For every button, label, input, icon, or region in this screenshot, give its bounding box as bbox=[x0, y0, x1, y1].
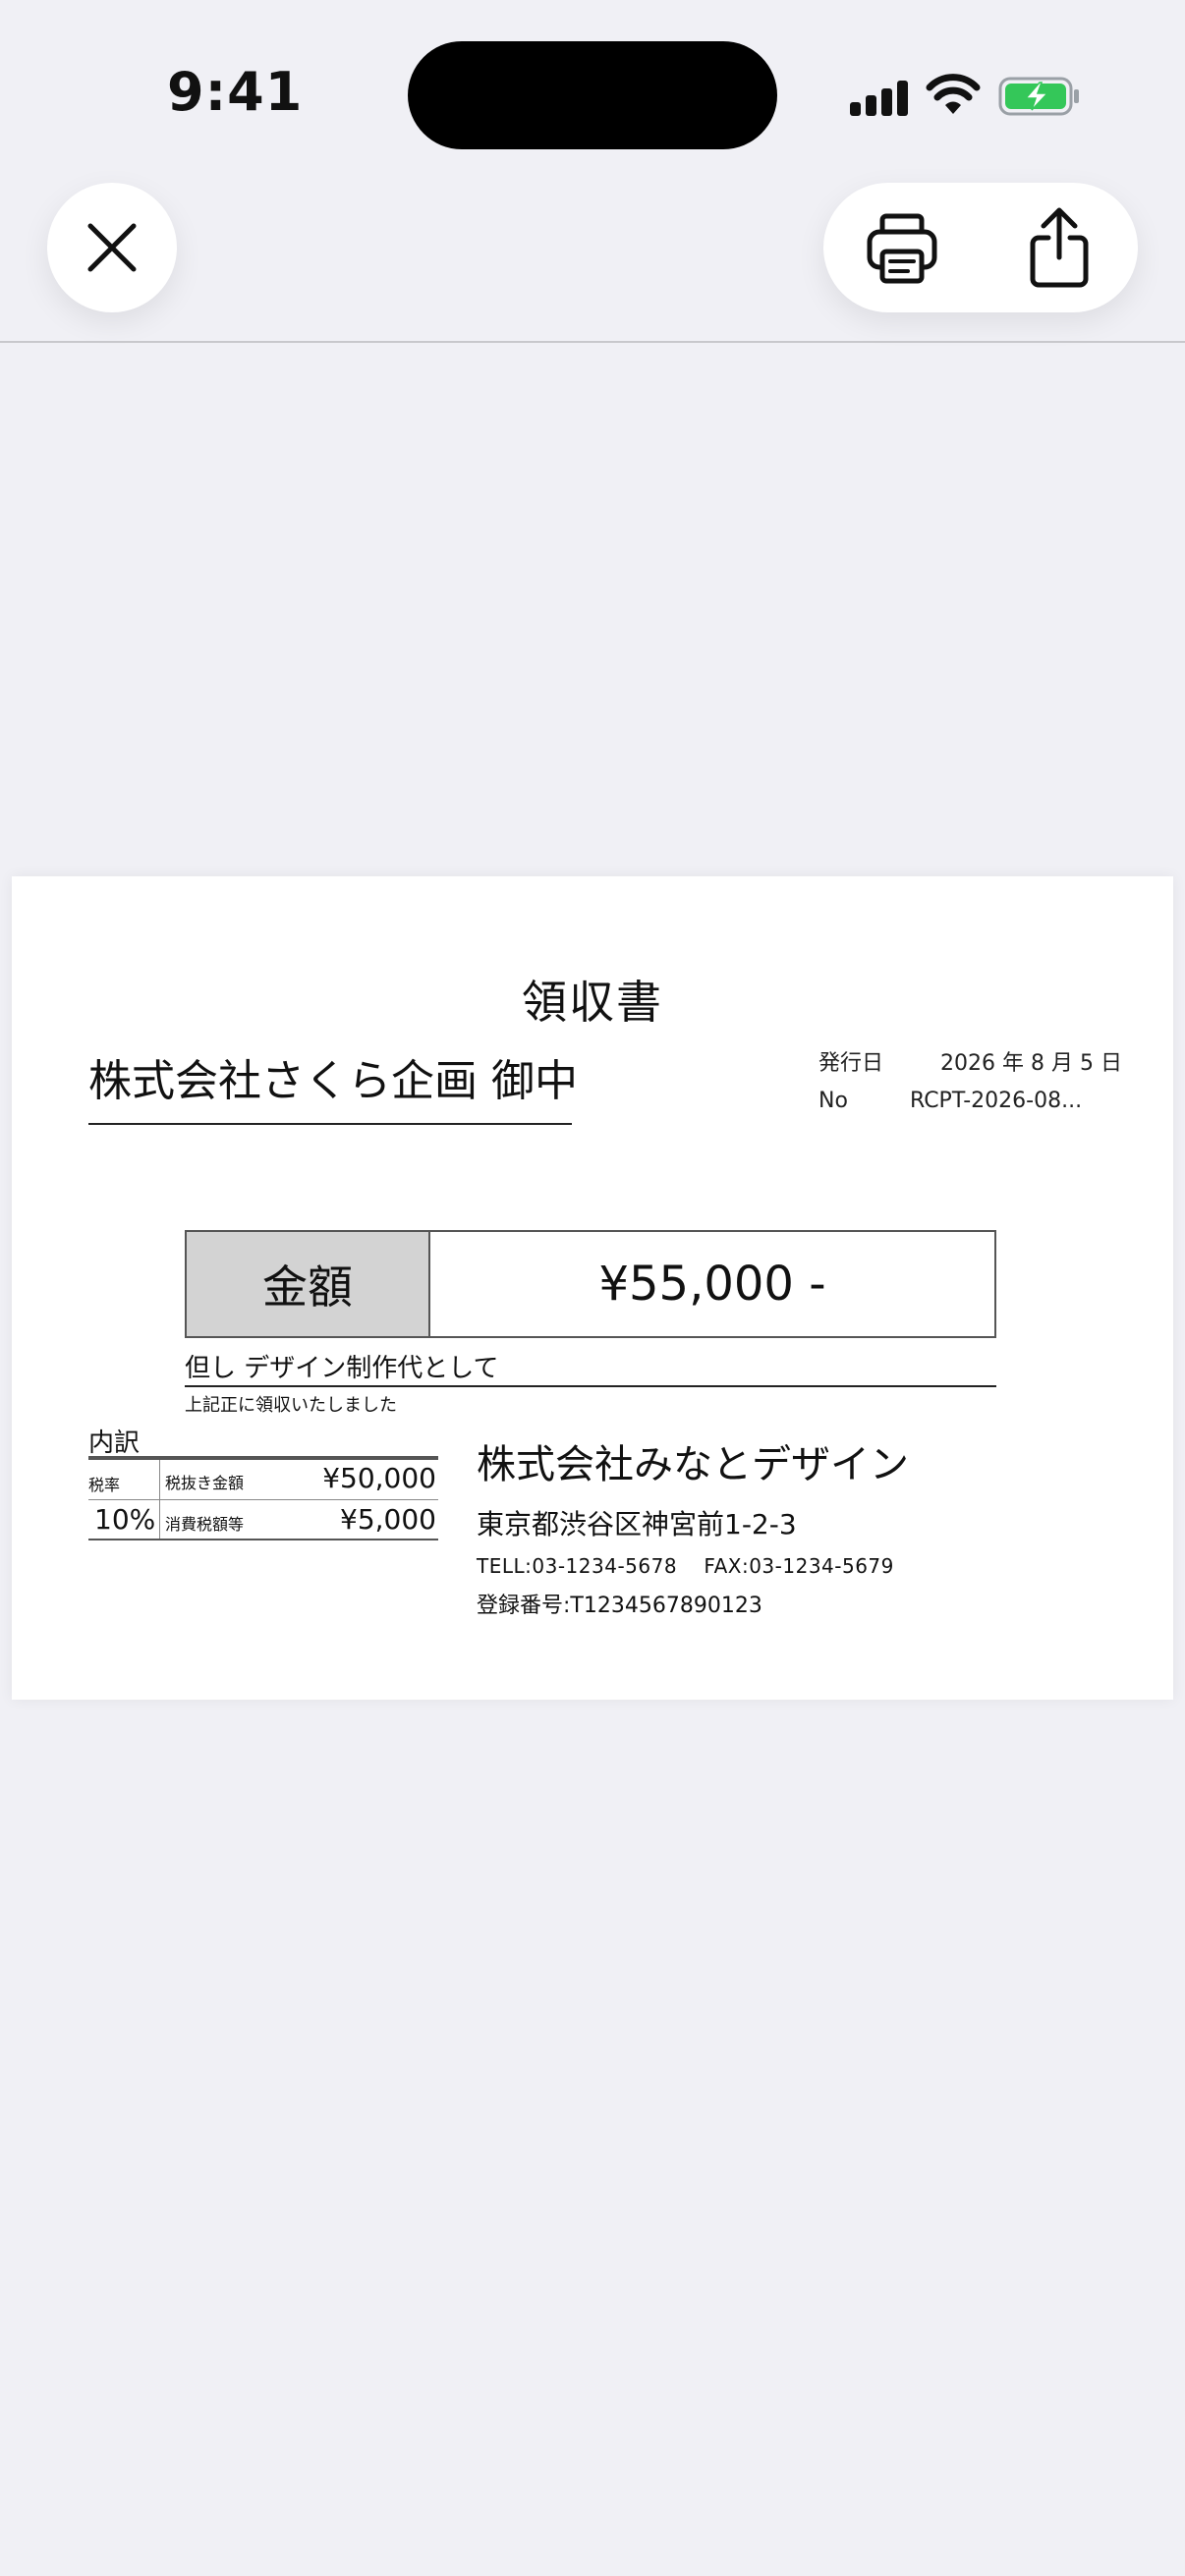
breakdown-mid-rule bbox=[88, 1499, 438, 1500]
subtotal-label: 税抜き金額 bbox=[165, 1474, 245, 1492]
breakdown-top-rule bbox=[88, 1456, 438, 1460]
issuer-address: 東京都渋谷区神宮前1-2-3 bbox=[477, 1508, 797, 1540]
status-time: 9:41 bbox=[167, 61, 304, 123]
battery-charging-icon bbox=[998, 77, 1079, 116]
tax-rate-value: 10% bbox=[94, 1503, 156, 1536]
memo-underline bbox=[185, 1385, 996, 1387]
receipt-number: RCPT-2026-08... bbox=[910, 1089, 1083, 1113]
print-icon bbox=[867, 213, 937, 284]
amount-label: 金額 bbox=[187, 1232, 430, 1336]
memo: 但し デザイン制作代として bbox=[185, 1354, 499, 1383]
share-button[interactable] bbox=[981, 183, 1138, 312]
share-icon bbox=[1030, 207, 1089, 288]
issuer-registration-number: 登録番号:T1234567890123 bbox=[477, 1594, 762, 1618]
receipt-title: 領収書 bbox=[522, 976, 663, 1029]
breakdown-bottom-rule bbox=[88, 1539, 438, 1540]
cellular-signal-icon bbox=[850, 79, 909, 116]
issue-date: 2026 年 8 月 5 日 bbox=[940, 1051, 1122, 1076]
breakdown-title: 内訳 bbox=[88, 1428, 141, 1458]
dynamic-island bbox=[408, 41, 777, 149]
receipt-number-label: No bbox=[818, 1089, 848, 1113]
amount-box: 金額 ¥55,000 - bbox=[185, 1230, 996, 1338]
tax-rate-label: 税率 bbox=[88, 1476, 121, 1494]
amount-value: ¥55,000 - bbox=[598, 1257, 826, 1312]
recipient-name: 株式会社さくら企画 御中 bbox=[88, 1056, 578, 1106]
tax-label: 消費税額等 bbox=[165, 1515, 245, 1534]
wifi-icon bbox=[926, 74, 981, 114]
subtotal-value: ¥50,000 bbox=[322, 1462, 436, 1494]
breakdown-column-rule bbox=[159, 1460, 160, 1539]
close-button[interactable] bbox=[47, 183, 177, 312]
issuer-name: 株式会社みなとデザイン bbox=[477, 1442, 909, 1487]
print-button[interactable] bbox=[823, 183, 981, 312]
toolbar-actions bbox=[823, 183, 1138, 312]
toolbar-divider bbox=[0, 341, 1185, 343]
receipt-note: 上記正に領収いたしました bbox=[185, 1395, 397, 1416]
recipient-underline bbox=[88, 1123, 572, 1125]
issue-date-label: 発行日 bbox=[818, 1051, 884, 1076]
issuer-phone-fax: TELL:03-1234-5678 FAX:03-1234-5679 bbox=[477, 1554, 894, 1578]
receipt-page: 領収書 株式会社さくら企画 御中 発行日 2026 年 8 月 5 日 No R… bbox=[12, 876, 1173, 1700]
tax-value: ¥5,000 bbox=[340, 1503, 436, 1536]
close-icon bbox=[87, 223, 137, 272]
